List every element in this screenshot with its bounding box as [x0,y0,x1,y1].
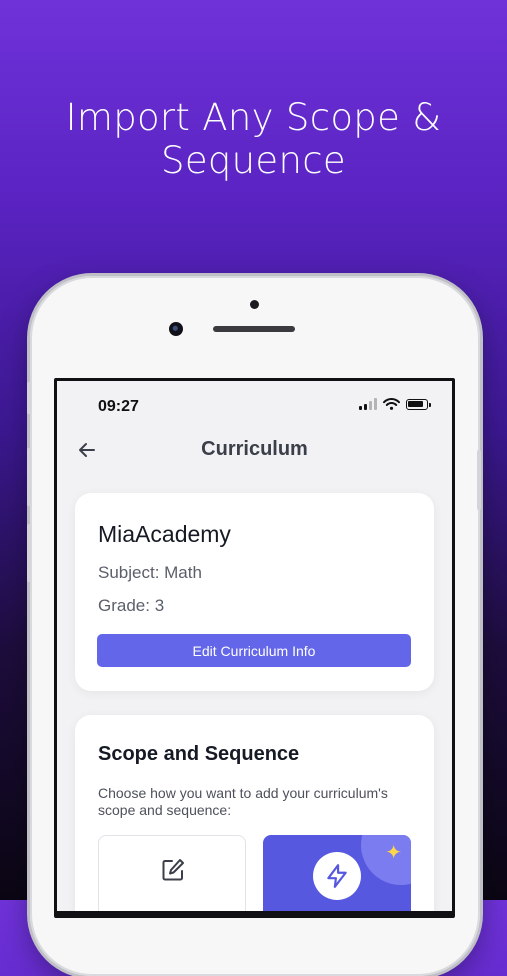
headline: Import Any Scope & Sequence [0,96,507,182]
edit-curriculum-info-button[interactable]: Edit Curriculum Info [97,634,411,667]
phone-side-button [27,382,31,414]
earpiece-speaker [213,326,295,332]
scope-sequence-card: Scope and Sequence Choose how you want t… [75,715,434,911]
wifi-icon [383,398,400,410]
sparkle-icon: ✦ [385,842,402,864]
app-screen: 09:27 Curriculum MiaAcademy Subject: Mat… [57,381,452,911]
phone-volume-up-button [27,448,31,506]
headline-line-2: Sequence [161,139,346,182]
status-time: 09:27 [98,398,139,415]
headline-line-1: Import Any Scope & [65,96,442,139]
curriculum-subject: Subject: Math [98,563,202,582]
lightning-icon-container [313,852,361,900]
phone-power-button [477,450,481,510]
cellular-signal-icon [359,398,377,410]
curriculum-grade: Grade: 3 [98,596,165,615]
front-camera [169,322,183,336]
scope-sequence-title: Scope and Sequence [98,743,300,765]
phone-volume-down-button [27,524,31,582]
curriculum-name: MiaAcademy [98,521,231,547]
edit-icon [162,859,184,881]
proximity-sensor [250,300,259,309]
status-icons [359,398,431,410]
page-title: Curriculum [201,438,308,460]
lightning-icon [327,864,347,888]
scope-sequence-description: Choose how you want to add your curricul… [98,785,388,818]
battery-icon [406,398,431,410]
curriculum-info-card: MiaAcademy Subject: Math Grade: 3 Edit C… [75,493,434,691]
